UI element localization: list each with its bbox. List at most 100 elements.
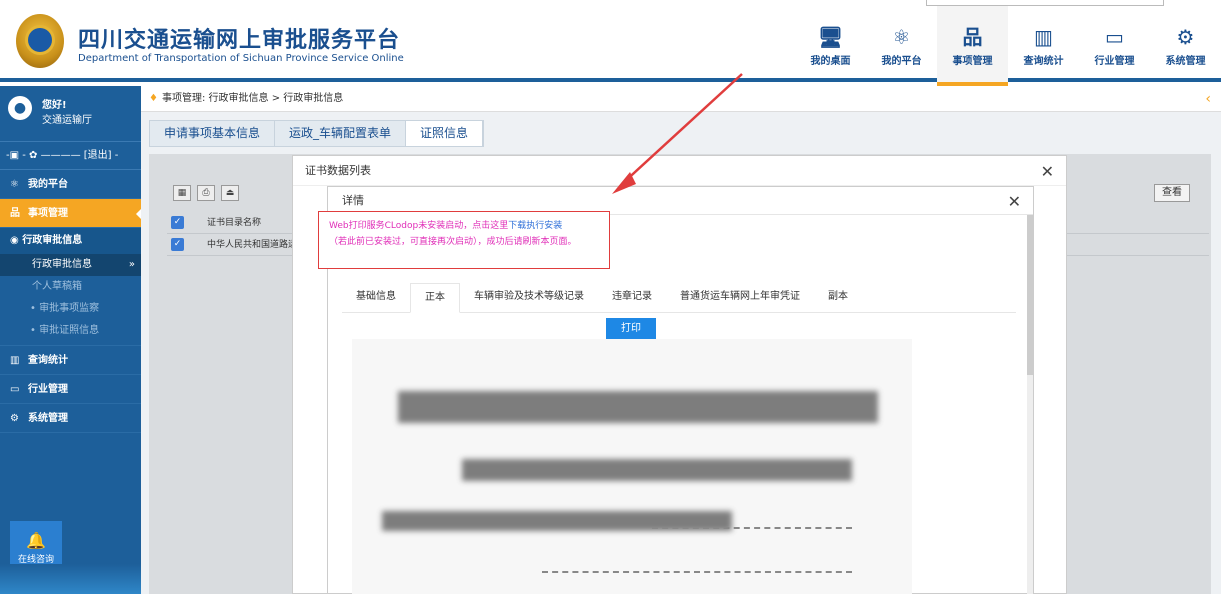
sidebar-item-label: 我的平台 [28,179,68,190]
clodop-warning: Web打印服务CLodop未安装启动，点击这里下载执行安装 （若此前已安装过，可… [318,211,610,269]
location-pin-icon: ♦ [149,93,158,104]
tab-vehicle-config[interactable]: 运政_车辆配置表单 [275,121,407,146]
dot-icon: • [30,303,40,314]
emblem-logo [16,14,64,68]
column-header: 证书目录名称 [207,218,262,228]
nav-industry[interactable]: ▭ 行业管理 [1079,0,1150,82]
document-icon: ▭ [10,384,20,395]
gear-icon: ⚙ [10,413,19,424]
nav-label: 系统管理 [1165,56,1206,67]
grid-icon[interactable]: ▦ [173,185,191,201]
dot-icon: • [30,325,40,336]
dialog-title: 证书数据列表 [293,156,1066,186]
printer-icon[interactable]: ⎙ [197,185,215,201]
nav-my-platform[interactable]: ⚛ 我的平台 [866,0,937,82]
user-panel: ● 您好! 交通运输厅 [0,86,141,142]
sidebar-subitem-label: 行政审批信息 [32,259,92,270]
sidebar-item-management[interactable]: 品事项管理 [0,199,142,228]
sidebar-group-label: 行政审批信息 [22,235,83,246]
tab-copy[interactable]: 副本 [814,283,862,312]
bar-chart-icon: ▥ [1034,25,1053,49]
form-tabs: 申请事项基本信息 运政_车辆配置表单 证照信息 [149,120,485,147]
tab-annual-review[interactable]: 普通货运车辆网上年审凭证 [666,283,814,312]
warning-line-1: Web打印服务CLodop未安装启动，点击这里下载执行安装 [329,218,609,234]
detail-dialog: 详情 ✕ Web打印服务CLodop未安装启动，点击这里下载执行安装 （若此前已… [318,186,1034,594]
close-icon[interactable]: ✕ [1041,162,1054,181]
detail-tabs: 基础信息 正本 车辆审验及技术等级记录 违章记录 普通货运车辆网上年审凭证 副本 [342,283,1016,313]
sidebar-item-system[interactable]: ⚙ 系统管理 [0,404,141,433]
sidebar-subitem-admin-info[interactable]: 行政审批信息 » [0,254,141,276]
site-subtitle: Department of Transportation of Sichuan … [78,53,404,64]
download-link[interactable]: 下载执行安装 [508,221,562,231]
certificate-preview [352,339,912,594]
sidebar-footer-decoration [0,564,141,594]
warning-line-2: （若此前已安装过，可直接再次启动），成功后请刷新本页面。 [329,237,577,247]
sidebar-item-label: 查询统计 [28,355,68,366]
user-avatar-icon: ● [8,96,32,120]
blurred-text [398,391,878,423]
sitemap-icon: 品 [962,25,983,49]
bar-chart-icon: ▥ [10,355,20,366]
sidebar-item-platform[interactable]: ⚛ 我的平台 [0,170,141,199]
export-icon[interactable]: ⏏ [221,185,239,201]
sidebar-item-label: 事项管理 [28,208,68,219]
tab-inspection-records[interactable]: 车辆审验及技术等级记录 [460,283,598,312]
view-button[interactable]: 查看 [1154,184,1190,202]
row-checkbox[interactable]: ✓ [171,238,184,251]
sidebar-item-label: 审批事项监察 [39,303,100,314]
gear-icon: ⚙ [1176,25,1195,49]
scrollbar-thumb[interactable] [1027,215,1033,375]
radio-icon: ◉ [10,235,23,246]
nav-label: 查询统计 [1023,56,1064,67]
breadcrumb-text: 事项管理: 行政审批信息 > 行政审批信息 [161,93,344,104]
chevron-left-icon[interactable]: ‹ [1205,92,1211,106]
sidebar-group-admin-info[interactable]: ◉ 行政审批信息 [0,228,141,254]
top-nav: 🖥 我的桌面 ⚛ 我的平台 品 事项管理 ▥ 查询统计 ▭ 行业管理 ⚙ 系统管… [795,0,1221,91]
nav-query-stats[interactable]: ▥ 查询统计 [1008,0,1079,82]
bell-icon: 🔔 [26,531,46,550]
nav-label: 我的桌面 [810,56,851,67]
nav-my-desktop[interactable]: 🖥 我的桌面 [795,0,866,82]
breadcrumb: ♦ 事项管理: 行政审批信息 > 行政审批信息 ‹ [141,86,1221,112]
greeting: 您好! [42,100,67,111]
sidebar: ● 您好! 交通运输厅 -▣ - ✿ ———— [退出] - ⚛ 我的平台 品事项… [0,86,142,594]
nav-item-management[interactable]: 品 事项管理 [937,0,1008,91]
site-title: 四川交通运输网上审批服务平台 [78,28,401,53]
sidebar-item-supervision[interactable]: • 审批事项监察 [0,298,141,320]
blurred-text [462,459,852,481]
sidebar-item-label: 审批证照信息 [39,325,100,336]
dashed-line [542,571,852,573]
user-org: 交通运输厅 [42,115,92,126]
sitemap-icon: 品 [10,208,20,219]
atom-icon: ⚛ [10,179,19,190]
sidebar-item-label: 系统管理 [28,413,68,424]
warning-text: Web打印服务CLodop未安装启动，点击这里 [329,221,509,231]
table-cell: 中华人民共和国道路运 [207,240,298,250]
tab-basic-info[interactable]: 申请事项基本信息 [150,121,276,146]
sidebar-item-label: 行业管理 [28,384,68,395]
user-controls[interactable]: -▣ - ✿ ———— [退出] - [0,142,141,170]
tab-violations[interactable]: 违章记录 [598,283,666,312]
document-icon: ▭ [1105,25,1124,49]
top-dropdown-edge [926,0,1164,6]
nav-label: 行业管理 [1094,56,1135,67]
atom-icon: ⚛ [892,25,911,49]
sidebar-item-certificates[interactable]: • 审批证照信息 [0,320,141,346]
tab-basic-info[interactable]: 基础信息 [342,283,410,312]
header: 四川交通运输网上审批服务平台 Department of Transportat… [0,0,1221,91]
dashed-line [652,527,852,529]
sidebar-item-industry[interactable]: ▭ 行业管理 [0,375,141,404]
close-icon[interactable]: ✕ [1008,192,1021,211]
tab-certificate-info[interactable]: 证照信息 [406,121,484,146]
nav-system[interactable]: ⚙ 系统管理 [1150,0,1221,82]
online-consult-button[interactable]: 🔔 在线咨询 [10,521,62,570]
double-chevron-icon: » [128,259,135,270]
nav-label: 我的平台 [881,56,922,67]
tab-original[interactable]: 正本 [410,283,460,313]
sidebar-subitem-drafts[interactable]: 个人草稿箱 [0,276,141,298]
nav-label: 事项管理 [952,56,993,67]
print-button[interactable]: 打印 [606,318,656,339]
sidebar-item-query[interactable]: ▥ 查询统计 [0,346,141,375]
checkbox-all[interactable]: ✓ [171,216,184,229]
desktop-icon: 🖥 [817,25,844,49]
